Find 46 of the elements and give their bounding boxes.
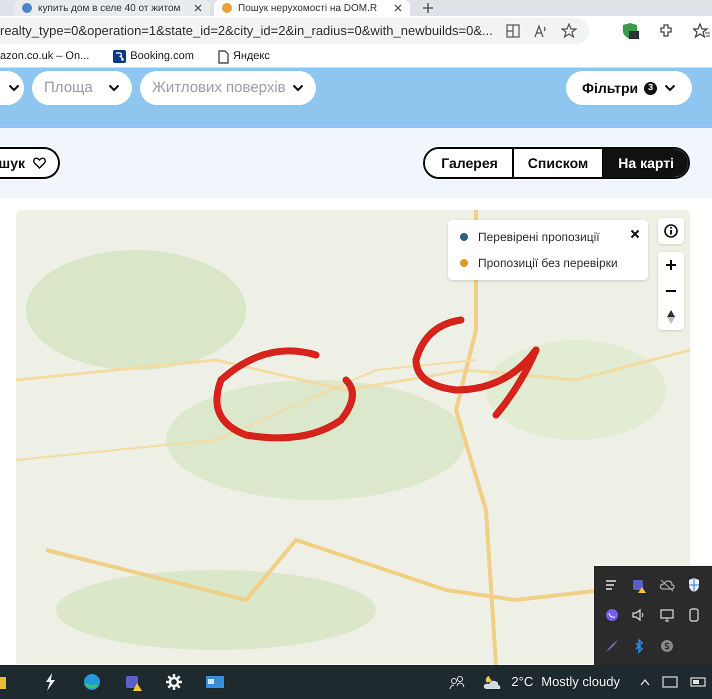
favorites-icon[interactable]	[692, 22, 711, 40]
view-tab[interactable]: Галерея	[425, 149, 512, 177]
people-icon[interactable]	[449, 674, 466, 690]
bookmark-link[interactable]: Яндекс	[218, 48, 270, 65]
view-tab[interactable]: На карті	[602, 149, 688, 177]
split-screen-icon[interactable]	[504, 23, 521, 39]
chevron-up-icon[interactable]	[640, 678, 650, 686]
monitor-icon[interactable]	[662, 675, 678, 689]
minus-icon	[665, 290, 677, 292]
bookmark-logo-icon	[113, 50, 126, 63]
legend-label: Пропозиції без перевірки	[478, 255, 618, 272]
plus-icon	[665, 259, 677, 271]
bookmark-link[interactable]: Booking.com	[113, 48, 194, 65]
filter-count-badge: 3	[644, 82, 658, 94]
legend-label: Перевірені пропозиції	[478, 229, 600, 246]
chevron-down-icon	[8, 84, 20, 92]
browser-tab[interactable]: купить дом в селе 40 от житом	[14, 0, 210, 16]
favorite-star-icon[interactable]	[560, 23, 577, 39]
document-icon	[218, 50, 229, 64]
info-button[interactable]	[658, 218, 684, 244]
info-icon	[664, 224, 678, 238]
monitor-icon[interactable]	[658, 607, 675, 624]
chevron-down-icon	[292, 84, 304, 92]
feather-icon[interactable]	[604, 638, 620, 654]
browser-tab[interactable]: Пошук нерухомості на DOM.R	[214, 0, 410, 16]
close-icon[interactable]	[194, 4, 202, 12]
battery-icon[interactable]	[690, 677, 708, 687]
weather-widget[interactable]: 2°C Mostly cloudy	[481, 672, 620, 692]
filter-dropdown[interactable]	[0, 71, 24, 105]
compass-icon	[667, 310, 675, 324]
map[interactable]: Перевірені пропозиції Пропозиції без перевірки	[16, 210, 690, 665]
close-icon[interactable]	[394, 4, 402, 12]
shield-extension-icon[interactable]	[620, 22, 639, 40]
close-icon[interactable]	[630, 229, 640, 239]
address-bar[interactable]: realty_type=0&operation=1&state_id=2&city_id=2&in_radius=0&with_newbuilds=0&...	[0, 18, 589, 44]
cloud-icon[interactable]	[658, 577, 675, 593]
new-tab-icon[interactable]	[422, 2, 434, 14]
filters-button[interactable]: Фільтри 3	[566, 71, 692, 105]
view-tab[interactable]: Списком	[512, 149, 602, 177]
heart-icon	[33, 157, 46, 169]
favicon-icon	[222, 3, 232, 13]
chevron-down-icon	[108, 84, 120, 92]
bookmark-link[interactable]: azon.co.uk – On...	[0, 48, 90, 65]
chevron-down-icon	[664, 84, 676, 92]
favicon-icon	[22, 3, 32, 13]
settings-icon[interactable]	[164, 672, 184, 692]
